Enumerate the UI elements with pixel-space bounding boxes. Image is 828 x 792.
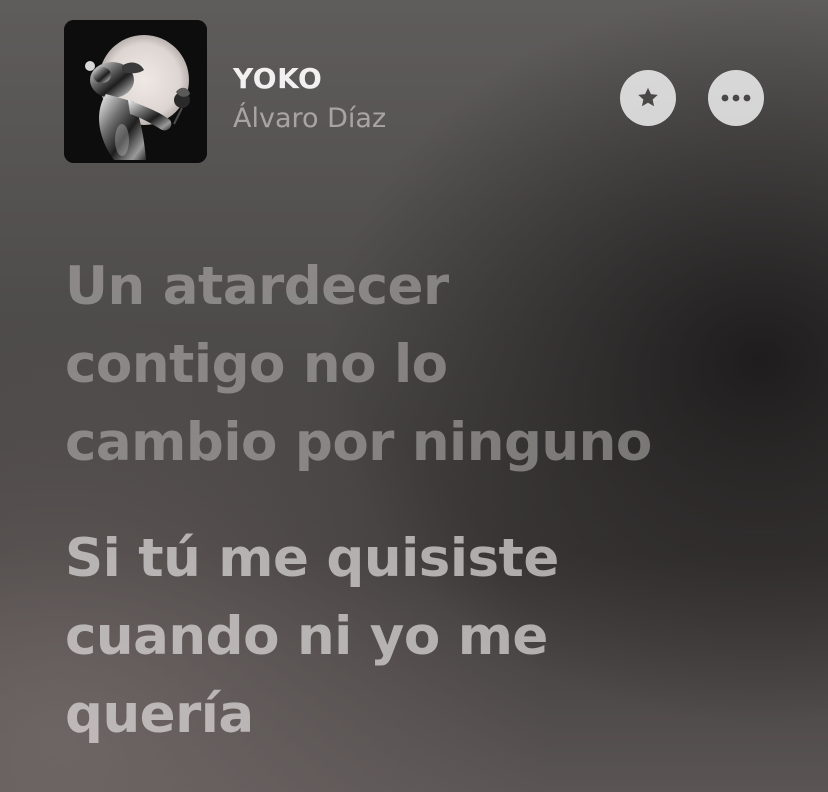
lyric-line[interactable]: Si tú me quisiste xyxy=(65,520,805,598)
more-options-button[interactable] xyxy=(708,70,764,126)
lyric-line[interactable]: contigo no lo xyxy=(65,326,805,404)
lyric-line[interactable]: quería xyxy=(65,676,805,754)
lyric-line[interactable]: Un atardecer xyxy=(65,248,805,326)
album-artwork-image xyxy=(64,20,207,163)
ellipsis-icon xyxy=(721,94,751,102)
lyric-stanza[interactable]: Un atardecer contigo no lo cambio por ni… xyxy=(65,248,805,482)
lyric-line[interactable]: cambio por ninguno xyxy=(65,404,805,482)
lyric-line[interactable]: cuando ni yo me xyxy=(65,598,805,676)
favorite-button[interactable] xyxy=(620,70,676,126)
now-playing-header: YOKO Álvaro Díaz xyxy=(0,0,828,200)
lyric-stanza[interactable]: Si tú me quisiste cuando ni yo me quería xyxy=(65,520,805,754)
track-artist[interactable]: Álvaro Díaz xyxy=(233,102,386,136)
star-icon xyxy=(638,87,658,107)
track-title[interactable]: YOKO xyxy=(233,62,322,96)
album-artwork[interactable] xyxy=(64,20,207,163)
lyrics-view[interactable]: Un atardecer contigo no lo cambio por ni… xyxy=(65,248,805,792)
